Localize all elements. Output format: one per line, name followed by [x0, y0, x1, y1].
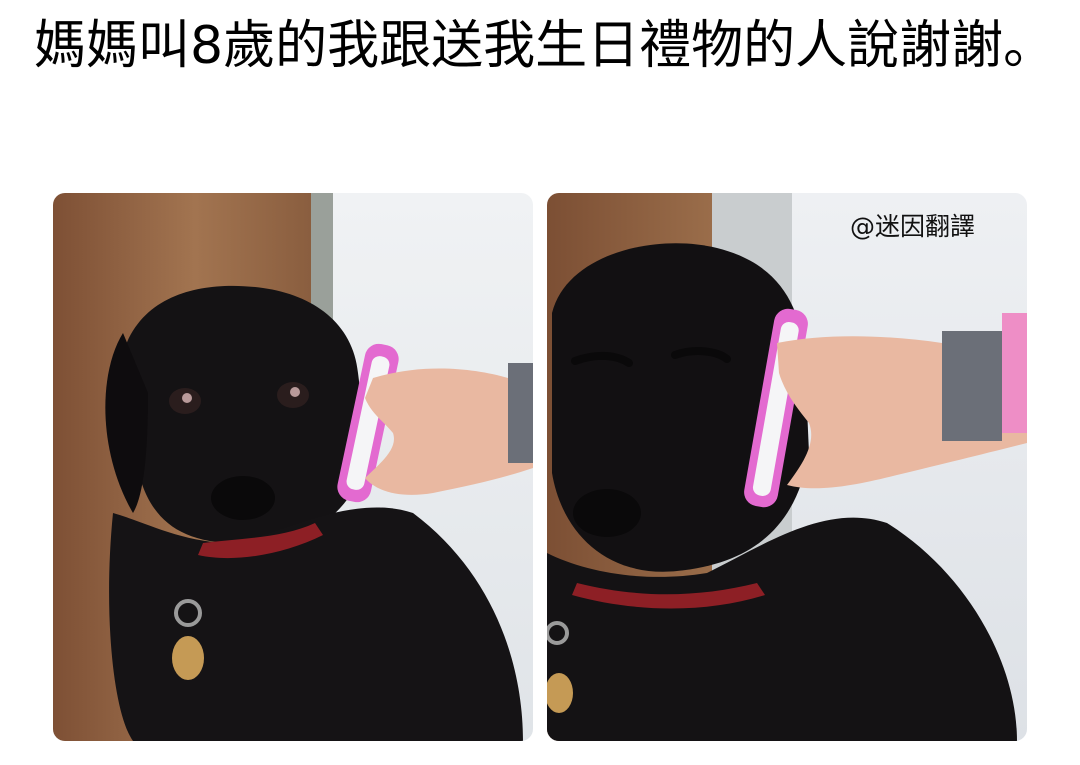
dog-tag	[172, 636, 204, 680]
dog-nose	[573, 489, 641, 537]
meme-caption: 媽媽叫8歲的我跟送我生日禮物的人說謝謝。	[34, 16, 1056, 76]
pink-sleeve	[1002, 313, 1027, 433]
panel-right-dog-on-phone	[547, 193, 1027, 741]
watermark-label: @迷因翻譯	[850, 212, 976, 241]
right-eye-shine	[290, 387, 300, 397]
panel-left-dog-on-phone	[53, 193, 533, 741]
dog-nose	[211, 476, 275, 520]
wrist-tattoo	[508, 363, 533, 463]
right-illustration	[547, 193, 1027, 741]
wrist-tattoo	[942, 331, 1002, 441]
left-eye-shine	[182, 393, 192, 403]
left-illustration	[53, 193, 533, 741]
